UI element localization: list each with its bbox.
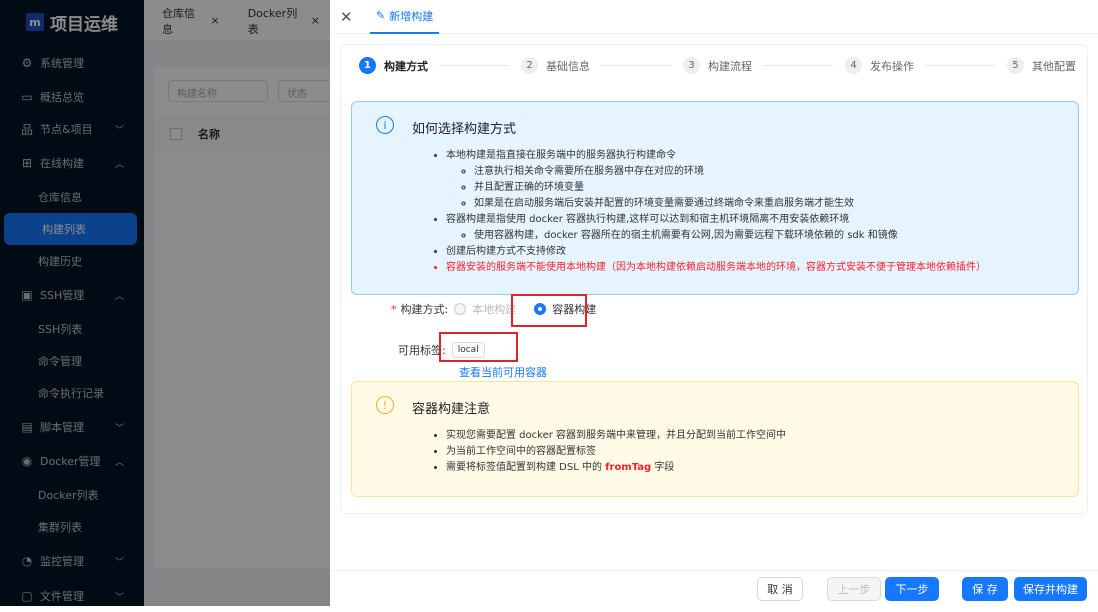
view-containers-link[interactable]: 查看当前可用容器 <box>459 364 547 380</box>
warning-icon: ! <box>376 396 394 414</box>
step-label: 构建方式 <box>384 59 428 73</box>
highlight-box <box>511 294 587 327</box>
info-warning-item: 容器安装的服务端不能使用本地构建（因为本地构建依赖启动服务端本地的环境，容器方式… <box>446 260 1078 276</box>
info-title: 如何选择构建方式 <box>412 122 517 137</box>
step-connector <box>925 65 995 66</box>
option-local-label: 本地构建 <box>472 303 517 316</box>
drawer-title: 新增构建 <box>389 9 434 23</box>
drawer-tab[interactable]: ✎ 新增构建 <box>370 0 440 34</box>
step-connector <box>601 65 671 66</box>
step-2[interactable]: 2 基础信息 <box>521 57 590 74</box>
drawer-mask[interactable] <box>0 0 330 606</box>
warning-alert: ! 容器构建注意 实现您需要配置 docker 容器到服务端中来管理，并且分配到… <box>351 381 1079 497</box>
warning-item: 需要将标签值配置到构建 DSL 中的 fromTag 字段 <box>446 460 1078 476</box>
info-icon: i <box>376 116 394 134</box>
info-subitem: 使用容器构建，docker 容器所在的宿主机需要有公网,因为需要远程下载环境依赖… <box>474 228 1078 244</box>
prev-step-button[interactable]: 上一步 <box>827 577 881 601</box>
step-4[interactable]: 4 发布操作 <box>845 57 914 74</box>
step-1[interactable]: 1 构建方式 <box>359 57 428 74</box>
step-number: 3 <box>683 57 700 74</box>
save-and-build-button[interactable]: 保存并构建 <box>1014 577 1087 601</box>
info-subitem: 注意执行相关命令需要所在服务器中存在对应的环境 <box>474 164 1078 180</box>
step-number: 4 <box>845 57 862 74</box>
info-subitem: 如果是在启动服务端后安装并配置的环境变量需要通过终端命令来重启服务端才能生效 <box>474 196 1078 212</box>
save-button[interactable]: 保 存 <box>962 577 1008 601</box>
info-item: 容器构建是指使用 docker 容器执行构建,这样可以达到和宿主机环境隔离不用安… <box>446 212 1078 244</box>
step-label: 发布操作 <box>870 59 914 73</box>
close-icon[interactable]: ✕ <box>340 8 370 26</box>
info-subitem: 并且配置正确的环境变量 <box>474 180 1078 196</box>
step-label: 基础信息 <box>546 59 590 73</box>
warning-item: 为当前工作空间中的容器配置标签 <box>446 444 1078 460</box>
info-item: 本地构建是指直接在服务端中的服务器执行构建命令 注意执行相关命令需要所在服务器中… <box>446 148 1078 212</box>
step-connector <box>439 65 509 66</box>
warning-title: 容器构建注意 <box>412 402 491 417</box>
step-connector <box>763 65 833 66</box>
cancel-button[interactable]: 取 消 <box>757 577 803 601</box>
step-label: 其他配置 <box>1032 59 1076 73</box>
step-number: 5 <box>1007 57 1024 74</box>
highlight-box <box>439 332 518 362</box>
step-5[interactable]: 5 其他配置 <box>1007 57 1076 74</box>
build-mode-label: 构建方式: <box>400 303 449 316</box>
step-number: 2 <box>521 57 538 74</box>
step-3[interactable]: 3 构建流程 <box>683 57 752 74</box>
new-build-drawer: ✕ ✎ 新增构建 1 构建方式 2 基础信息 3 构建流程 4 发布操作 5 其他配置 i 如何选择… <box>330 0 1098 606</box>
warning-item: 实现您需要配置 docker 容器到服务端中来管理，并且分配到当前工作空间中 <box>446 428 1078 444</box>
step-label: 构建流程 <box>708 59 752 73</box>
radio-local[interactable] <box>454 303 467 315</box>
step-number: 1 <box>359 57 376 74</box>
edit-icon: ✎ <box>376 9 386 22</box>
info-alert: i 如何选择构建方式 本地构建是指直接在服务端中的服务器执行构建命令 注意执行相… <box>351 101 1079 295</box>
next-step-button[interactable]: 下一步 <box>885 577 939 601</box>
info-item: 创建后构建方式不支持修改 <box>446 244 1078 260</box>
